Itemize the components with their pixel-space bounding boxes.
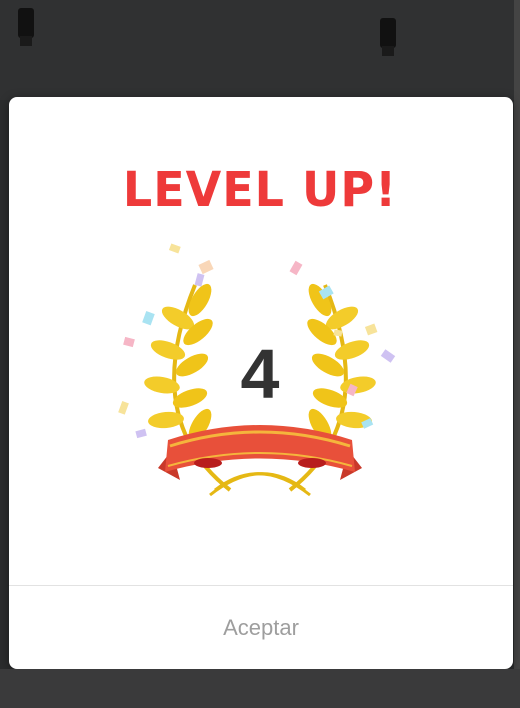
ceiling-light-icon <box>380 18 396 56</box>
accept-button[interactable]: Aceptar <box>9 586 513 669</box>
bottom-navigation-bar <box>0 669 520 708</box>
ceiling-light-icon <box>18 8 34 46</box>
ribbon-banner-icon <box>158 425 362 480</box>
level-up-title: LEVEL UP! <box>122 160 398 218</box>
level-number: 4 <box>240 335 280 413</box>
